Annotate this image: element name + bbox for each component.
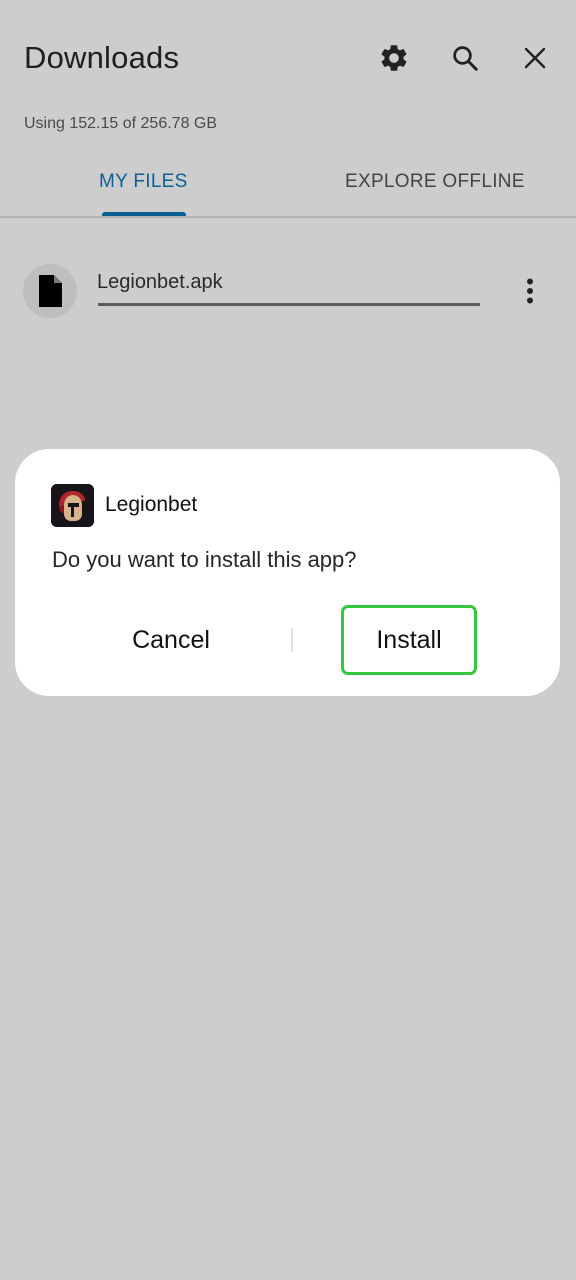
tabs-divider <box>0 216 576 218</box>
spartan-helmet-icon <box>51 484 94 527</box>
close-icon <box>524 47 546 69</box>
cancel-button[interactable]: Cancel <box>85 607 257 673</box>
app-icon <box>51 484 94 527</box>
tab-explore-offline[interactable]: EXPLORE OFFLINE <box>345 170 525 194</box>
file-name: Legionbet.apk <box>97 271 223 293</box>
download-list-item[interactable]: Legionbet.apk <box>0 260 576 324</box>
file-avatar <box>23 264 77 318</box>
gear-icon <box>381 45 407 71</box>
page-title: Downloads <box>24 40 180 75</box>
button-divider <box>291 628 293 652</box>
install-question: Do you want to install this app? <box>52 547 357 572</box>
storage-usage-text: Using 152.15 of 256.78 GB <box>24 115 218 132</box>
download-progress-fill <box>98 303 480 306</box>
settings-button[interactable] <box>374 38 414 78</box>
close-button[interactable] <box>515 38 555 78</box>
search-button[interactable] <box>445 38 485 78</box>
tab-bar: MY FILES EXPLORE OFFLINE <box>0 150 576 218</box>
more-options-button[interactable] <box>515 276 545 306</box>
search-icon <box>453 46 478 71</box>
more-vert-icon <box>527 278 533 304</box>
tab-my-files[interactable]: MY FILES <box>99 170 188 194</box>
download-progress-bar <box>98 303 480 306</box>
install-dialog: Legionbet Do you want to install this ap… <box>15 449 560 696</box>
install-button[interactable]: Install <box>341 605 477 675</box>
file-icon <box>39 275 62 307</box>
app-name: Legionbet <box>105 493 198 516</box>
